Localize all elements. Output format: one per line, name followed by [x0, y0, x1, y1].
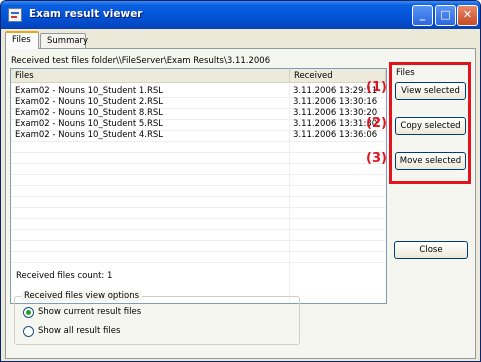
folder-label: Received test files folder [11, 56, 117, 66]
file-name-cell: Exam02 - Nouns 10_Student 2.RSL [15, 97, 164, 107]
received-cell: 3.11.2006 13:31:30 [293, 119, 378, 129]
row-divider [11, 163, 386, 164]
received-cell: 3.11.2006 13:36:06 [293, 130, 378, 140]
tab-files[interactable]: Files [5, 31, 39, 49]
view-options-group: Received files view options Show current… [14, 291, 300, 345]
move-selected-button[interactable]: Move selected [395, 152, 466, 170]
maximize-button[interactable]: □ [435, 5, 456, 26]
row-divider [11, 185, 386, 186]
received-cell: 3.11.2006 13:29:11 [293, 86, 378, 96]
table-row[interactable]: Exam02 - Nouns 10_Student 4.RSL 3.11.200… [11, 130, 386, 140]
minimize-button[interactable]: _ [412, 5, 433, 26]
title-bar[interactable]: Exam result viewer _ □ ✕ [1, 1, 480, 29]
row-divider [11, 152, 386, 153]
table-row[interactable]: Exam02 - Nouns 10_Student 1.RSL 3.11.200… [11, 86, 386, 96]
files-actions-group: Files View selected Copy selected Move s… [389, 62, 471, 184]
radio-selected-dot [26, 310, 31, 315]
marker-1: (1) [366, 80, 387, 95]
file-list[interactable]: Files Received Exam02 - Nouns 10_Student… [10, 68, 387, 304]
file-name-cell: Exam02 - Nouns 10_Student 5.RSL [15, 119, 164, 129]
files-group-label: Files [396, 68, 415, 78]
radio-label: Show all result files [38, 326, 121, 336]
exam-result-viewer-window: Exam result viewer _ □ ✕ Files Summary R… [0, 0, 481, 362]
window-title: Exam result viewer [29, 8, 143, 20]
row-divider [11, 229, 386, 230]
row-divider [11, 240, 386, 241]
row-divider [11, 262, 386, 263]
file-name-cell: Exam02 - Nouns 10_Student 8.RSL [15, 108, 164, 118]
folder-path: \\FileServer\Exam Results\3.11.2006 [116, 56, 271, 66]
received-cell: 3.11.2006 13:30:20 [293, 108, 378, 118]
row-divider [11, 141, 386, 142]
file-name-cell: Exam02 - Nouns 10_Student 1.RSL [15, 86, 164, 96]
close-button[interactable]: Close [394, 241, 468, 259]
row-divider [11, 207, 386, 208]
row-divider [11, 251, 386, 252]
copy-selected-button[interactable]: Copy selected [395, 117, 466, 135]
close-window-button[interactable]: ✕ [457, 5, 478, 26]
table-row[interactable]: Exam02 - Nouns 10_Student 2.RSL 3.11.200… [11, 97, 386, 107]
marker-2: (2) [366, 116, 387, 131]
table-row[interactable]: Exam02 - Nouns 10_Student 8.RSL 3.11.200… [11, 108, 386, 118]
radio-label: Show current result files [38, 307, 142, 317]
received-cell: 3.11.2006 13:30:16 [293, 97, 378, 107]
row-divider [11, 218, 386, 219]
received-count-label: Received files count: [16, 271, 105, 281]
radio-button[interactable] [23, 326, 34, 337]
tab-summary[interactable]: Summary [40, 33, 88, 49]
column-header-files[interactable]: Files [11, 69, 290, 83]
table-row[interactable]: Exam02 - Nouns 10_Student 5.RSL 3.11.200… [11, 119, 386, 129]
radio-button[interactable] [23, 307, 34, 318]
received-count-value: 1 [107, 271, 113, 281]
marker-3: (3) [366, 151, 387, 166]
file-name-cell: Exam02 - Nouns 10_Student 4.RSL [15, 130, 164, 140]
view-selected-button[interactable]: View selected [395, 82, 466, 100]
app-icon [8, 8, 22, 22]
view-options-title: Received files view options [21, 291, 143, 301]
file-list-header: Files Received [11, 69, 386, 83]
files-tab-panel: Received test files folder \\FileServer\… [5, 48, 476, 359]
row-divider [11, 196, 386, 197]
row-divider [11, 174, 386, 175]
